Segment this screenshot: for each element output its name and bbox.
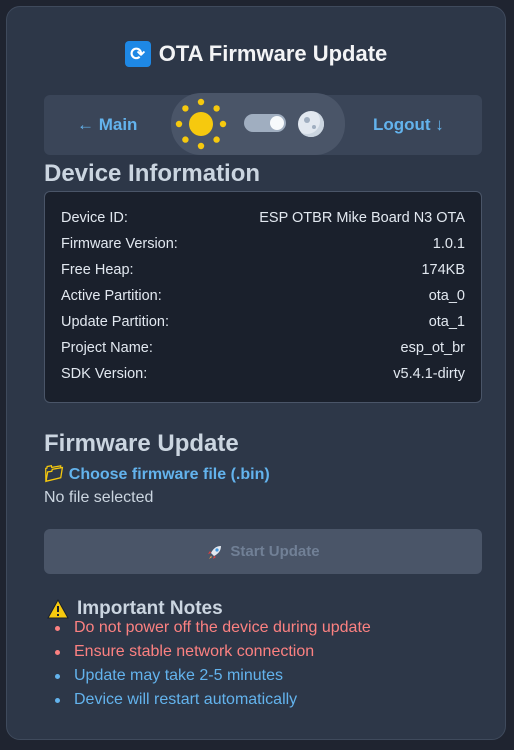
bullet (55, 673, 60, 679)
theme-toggle[interactable] (244, 114, 286, 132)
device-info-heading: Device Information (44, 160, 261, 187)
notes-heading-text: Important Notes (77, 598, 223, 619)
info-value: ESP OTBR Mike Board N3 OTA (259, 210, 465, 226)
warning-icon (47, 599, 69, 619)
info-row-active-partition: Active Partition: ota_0 (61, 288, 465, 308)
main-link[interactable]: ← Main (77, 115, 137, 135)
info-label: Update Partition: (61, 314, 170, 330)
start-update-label: Start Update (230, 543, 320, 560)
info-row-project-name: Project Name: esp_ot_br (61, 340, 465, 360)
note-text: Do not power off the device during updat… (74, 619, 371, 636)
nav-bar: ← Main Logout ↓ (44, 93, 482, 155)
moon-icon[interactable] (298, 111, 324, 137)
bullet (55, 697, 60, 703)
page-title: ⟳ OTA Firmware Update (7, 41, 505, 67)
info-row-firmware-version: Firmware Version: 1.0.1 (61, 236, 465, 256)
note-text: Update may take 2-5 minutes (74, 667, 283, 684)
page-title-text: OTA Firmware Update (158, 41, 388, 66)
device-info-panel: Device ID: ESP OTBR Mike Board N3 OTA Fi… (44, 191, 482, 403)
info-label: SDK Version: (61, 366, 148, 382)
info-label: Project Name: (61, 340, 153, 356)
info-value: v5.4.1-dirty (393, 366, 465, 382)
info-label: Active Partition: (61, 288, 162, 304)
info-value: 1.0.1 (432, 236, 465, 252)
note-text: Device will restart automatically (74, 691, 298, 708)
choose-file-button[interactable]: 📁︎ Choose firmware file (.bin) (44, 464, 270, 484)
info-value: 174KB (421, 262, 465, 278)
toggle-knob (270, 116, 284, 130)
bullet (55, 625, 60, 631)
note-item: Do not power off the device during updat… (55, 619, 371, 637)
info-value: ota_1 (428, 314, 465, 330)
note-item: Device will restart automatically (55, 691, 297, 709)
start-update-button[interactable]: Start Update (44, 529, 482, 574)
firmware-update-heading: Firmware Update (44, 430, 239, 457)
info-label: Firmware Version: (61, 236, 178, 252)
file-status: No file selected (44, 489, 154, 506)
sun-icon[interactable] (173, 96, 229, 152)
info-label: Device ID: (61, 210, 128, 226)
info-row-free-heap: Free Heap: 174KB (61, 262, 465, 282)
note-text: Ensure stable network connection (74, 643, 315, 660)
rocket-icon (208, 545, 222, 559)
folder-icon: 📁︎ (44, 466, 65, 483)
bullet (55, 649, 60, 655)
info-row-device-id: Device ID: ESP OTBR Mike Board N3 OTA (61, 210, 465, 230)
refresh-icon: ⟳ (124, 41, 151, 67)
notes-heading: Important Notes (47, 598, 223, 620)
theme-switcher[interactable] (171, 93, 345, 155)
info-value: ota_0 (428, 288, 465, 304)
note-item: Ensure stable network connection (55, 643, 314, 661)
info-row-sdk-version: SDK Version: v5.4.1-dirty (61, 366, 465, 386)
choose-file-label: Choose firmware file (.bin) (68, 466, 270, 483)
logout-link[interactable]: Logout ↓ (373, 115, 444, 135)
info-value: esp_ot_br (400, 340, 466, 356)
info-label: Free Heap: (61, 262, 134, 278)
note-item: Update may take 2-5 minutes (55, 667, 283, 685)
ota-card: ⟳ OTA Firmware Update ← Main Logout ↓ De… (6, 6, 506, 740)
info-row-update-partition: Update Partition: ota_1 (61, 314, 465, 334)
